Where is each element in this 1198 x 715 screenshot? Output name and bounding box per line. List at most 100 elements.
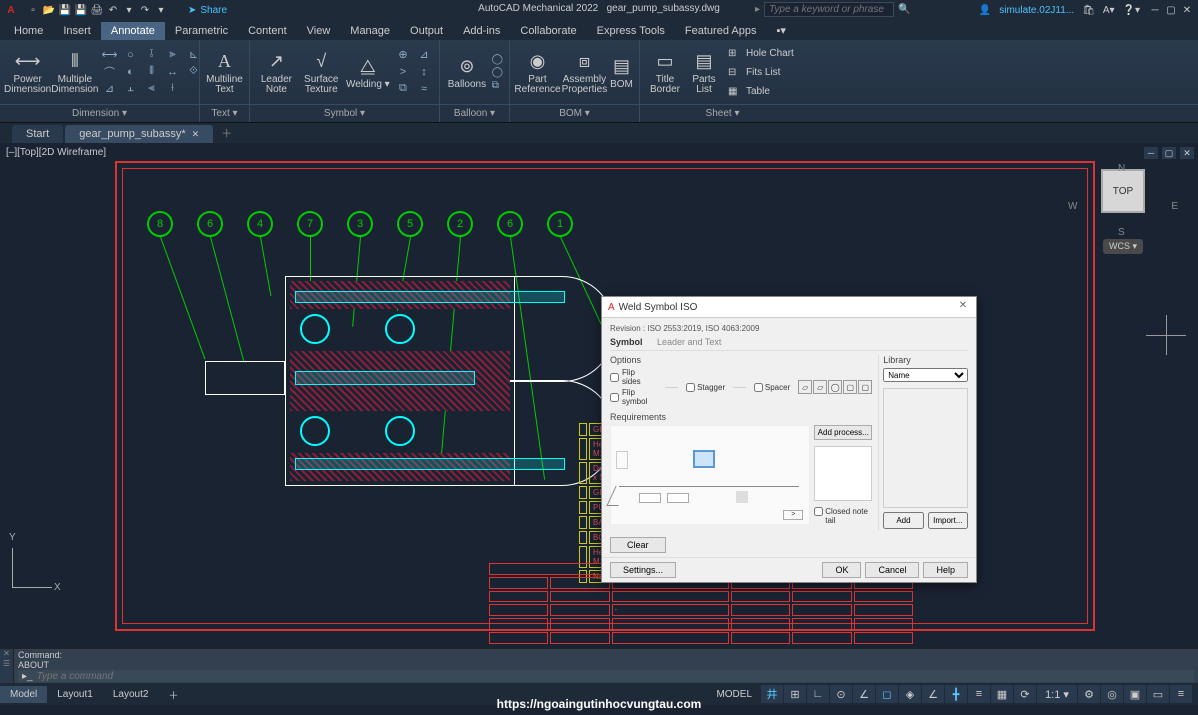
welding-button[interactable]: ⧋ Welding ▾ [344,45,392,100]
tab-parametric[interactable]: Parametric [165,22,238,40]
vp-maximize-icon[interactable]: ▢ [1162,147,1176,159]
stagger-checkbox[interactable]: Stagger [686,383,725,392]
leader-note-button[interactable]: ↗ Leader Note [254,45,299,100]
otrack-icon[interactable]: ∠ [922,685,944,703]
qat-undo-icon[interactable]: ↶ [106,3,120,17]
snap-toggle-icon[interactable]: ⊞ [784,685,806,703]
3dosnap-icon[interactable]: ◈ [899,685,921,703]
dim-tool-icon[interactable]: ⫠ [122,81,140,96]
holechart-button[interactable]: ⊞Hole Chart [728,45,794,62]
help-icon[interactable]: ❔▾ [1123,5,1140,16]
balloon-6a[interactable]: 6 [197,211,223,237]
library-list[interactable] [883,388,968,508]
tab-view[interactable]: View [297,22,341,40]
panel-title-bom[interactable]: BOM ▾ [510,105,640,122]
grid-toggle-icon[interactable]: 井 [761,685,783,703]
tab-featured[interactable]: Featured Apps [675,22,767,40]
tab-content[interactable]: Content [238,22,297,40]
multiple-dimension-button[interactable]: ⫴ Multiple Dimension [51,45,98,100]
balloon-tool-icon[interactable]: ◯ [492,54,503,65]
app-logo-icon[interactable]: A [4,3,18,17]
library-import-button[interactable]: Import... [928,512,968,529]
qat-open-icon[interactable]: 📂 [42,3,56,17]
panel-title-dimension[interactable]: Dimension ▾ [0,105,200,122]
balloon-tool-icon[interactable]: ⧉ [492,80,503,91]
cleanscreen-icon[interactable]: ▭ [1147,685,1169,703]
layout-tab-2[interactable]: Layout2 [103,686,159,703]
search-chevron-icon[interactable]: ▸ [755,4,760,15]
layout-add-button[interactable]: ＋ [158,684,188,705]
balloon-1[interactable]: 1 [547,211,573,237]
weld-symbol-preview[interactable]: > [610,425,810,525]
dim-tool-icon[interactable]: ⊿ [101,81,119,96]
ok-button[interactable]: OK [822,562,861,578]
sym-tool-icon[interactable]: ⊿ [415,47,433,62]
sym-tool-icon[interactable]: ↕ [415,64,433,79]
cycling-icon[interactable]: ⟳ [1014,685,1036,703]
sym-tool-icon[interactable]: ⧉ [394,81,412,96]
basket-icon[interactable]: 🛍 [1082,5,1095,16]
maximize-button[interactable]: ▢ [1164,3,1178,17]
qat-save-icon[interactable]: 💾 [58,3,72,17]
table-button[interactable]: ▦Table [728,83,794,100]
balloon-2[interactable]: 2 [447,211,473,237]
close-button[interactable]: ✕ [1180,3,1194,17]
assembly-properties-button[interactable]: ⧈ Assembly Properties [561,45,608,100]
dim-tool-icon[interactable]: ⟷ [101,47,119,62]
cancel-button[interactable]: Cancel [865,562,919,578]
drawing-viewport[interactable]: [–][Top][2D Wireframe] ─ ▢ ✕ 8 6 4 7 3 5… [0,143,1198,648]
qat-dropdown2-icon[interactable]: ▾ [154,3,168,17]
tab-output[interactable]: Output [400,22,453,40]
dim-tool-icon[interactable]: ⌒ [101,64,119,79]
parts-list-button[interactable]: ▤ Parts List [686,45,722,100]
wcs-dropdown[interactable]: WCS ▾ [1103,239,1143,254]
sym-tool-icon[interactable]: > [394,64,412,79]
navcube-n[interactable]: N [1118,163,1125,174]
flip-symbol-checkbox[interactable]: Flip symbol [610,388,647,406]
dim-tool-icon[interactable]: ⫷ [143,81,161,96]
isodraft-icon[interactable]: ∠ [853,685,875,703]
dim-tool-icon[interactable]: ○ [122,47,140,62]
panel-title-balloon[interactable]: Balloon ▾ [440,105,510,122]
navcube-e[interactable]: E [1171,201,1178,212]
layout-tab-1[interactable]: Layout1 [47,686,103,703]
sym-tool-icon[interactable]: ≈ [415,81,433,96]
gear-icon[interactable]: ⚙ [1078,685,1100,703]
dim-tool-icon[interactable]: ↔ [164,64,182,79]
dim-tool-icon[interactable]: ◐ [122,64,140,79]
library-add-button[interactable]: Add [883,512,923,529]
tab-addins[interactable]: Add-ins [453,22,510,40]
dialog-titlebar[interactable]: AWeld Symbol ISO ✕ [602,297,976,318]
doc-tab-start[interactable]: Start [12,125,63,143]
dialog-tab-leader[interactable]: Leader and Text [657,337,721,347]
view-cube[interactable]: N E S W TOP WCS ▾ [1068,163,1178,260]
part-reference-button[interactable]: ◉ Part Reference [514,45,561,100]
viewport-controls-label[interactable]: [–][Top][2D Wireframe] [6,147,106,158]
balloon-4[interactable]: 4 [247,211,273,237]
title-border-button[interactable]: ▭ Title Border [644,45,686,100]
tab-extra-icon[interactable]: ▪▾ [766,21,795,40]
tab-home[interactable]: Home [4,22,53,40]
help-button[interactable]: Help [923,562,968,578]
navcube-w[interactable]: W [1068,201,1077,212]
settings-button[interactable]: Settings... [610,562,676,578]
dim-tool-icon[interactable]: ⟊ [164,81,182,96]
balloon-8[interactable]: 8 [147,211,173,237]
closed-note-checkbox[interactable]: Closed note tail [814,507,872,525]
dim-tool-icon[interactable]: ⫴ [143,64,161,79]
command-input[interactable] [37,671,1190,682]
share-button[interactable]: ➤ Share [188,5,227,16]
panel-title-sheet[interactable]: Sheet ▾ [640,105,805,122]
tab-express[interactable]: Express Tools [587,22,675,40]
polar-toggle-icon[interactable]: ⊙ [830,685,852,703]
user-icon[interactable]: 👤 [979,5,991,16]
search-icon[interactable]: 🔍 [898,4,910,15]
tab-manage[interactable]: Manage [340,22,400,40]
multiline-text-button[interactable]: A Multiline Text [204,45,245,100]
qat-plot-icon[interactable]: 🖨 [90,3,104,17]
qat-redo-icon[interactable]: ↷ [138,3,152,17]
library-dropdown[interactable]: Name [883,368,968,382]
qat-dropdown-icon[interactable]: ▾ [122,3,136,17]
process-list[interactable] [814,446,872,501]
minimize-button[interactable]: ─ [1148,3,1162,17]
